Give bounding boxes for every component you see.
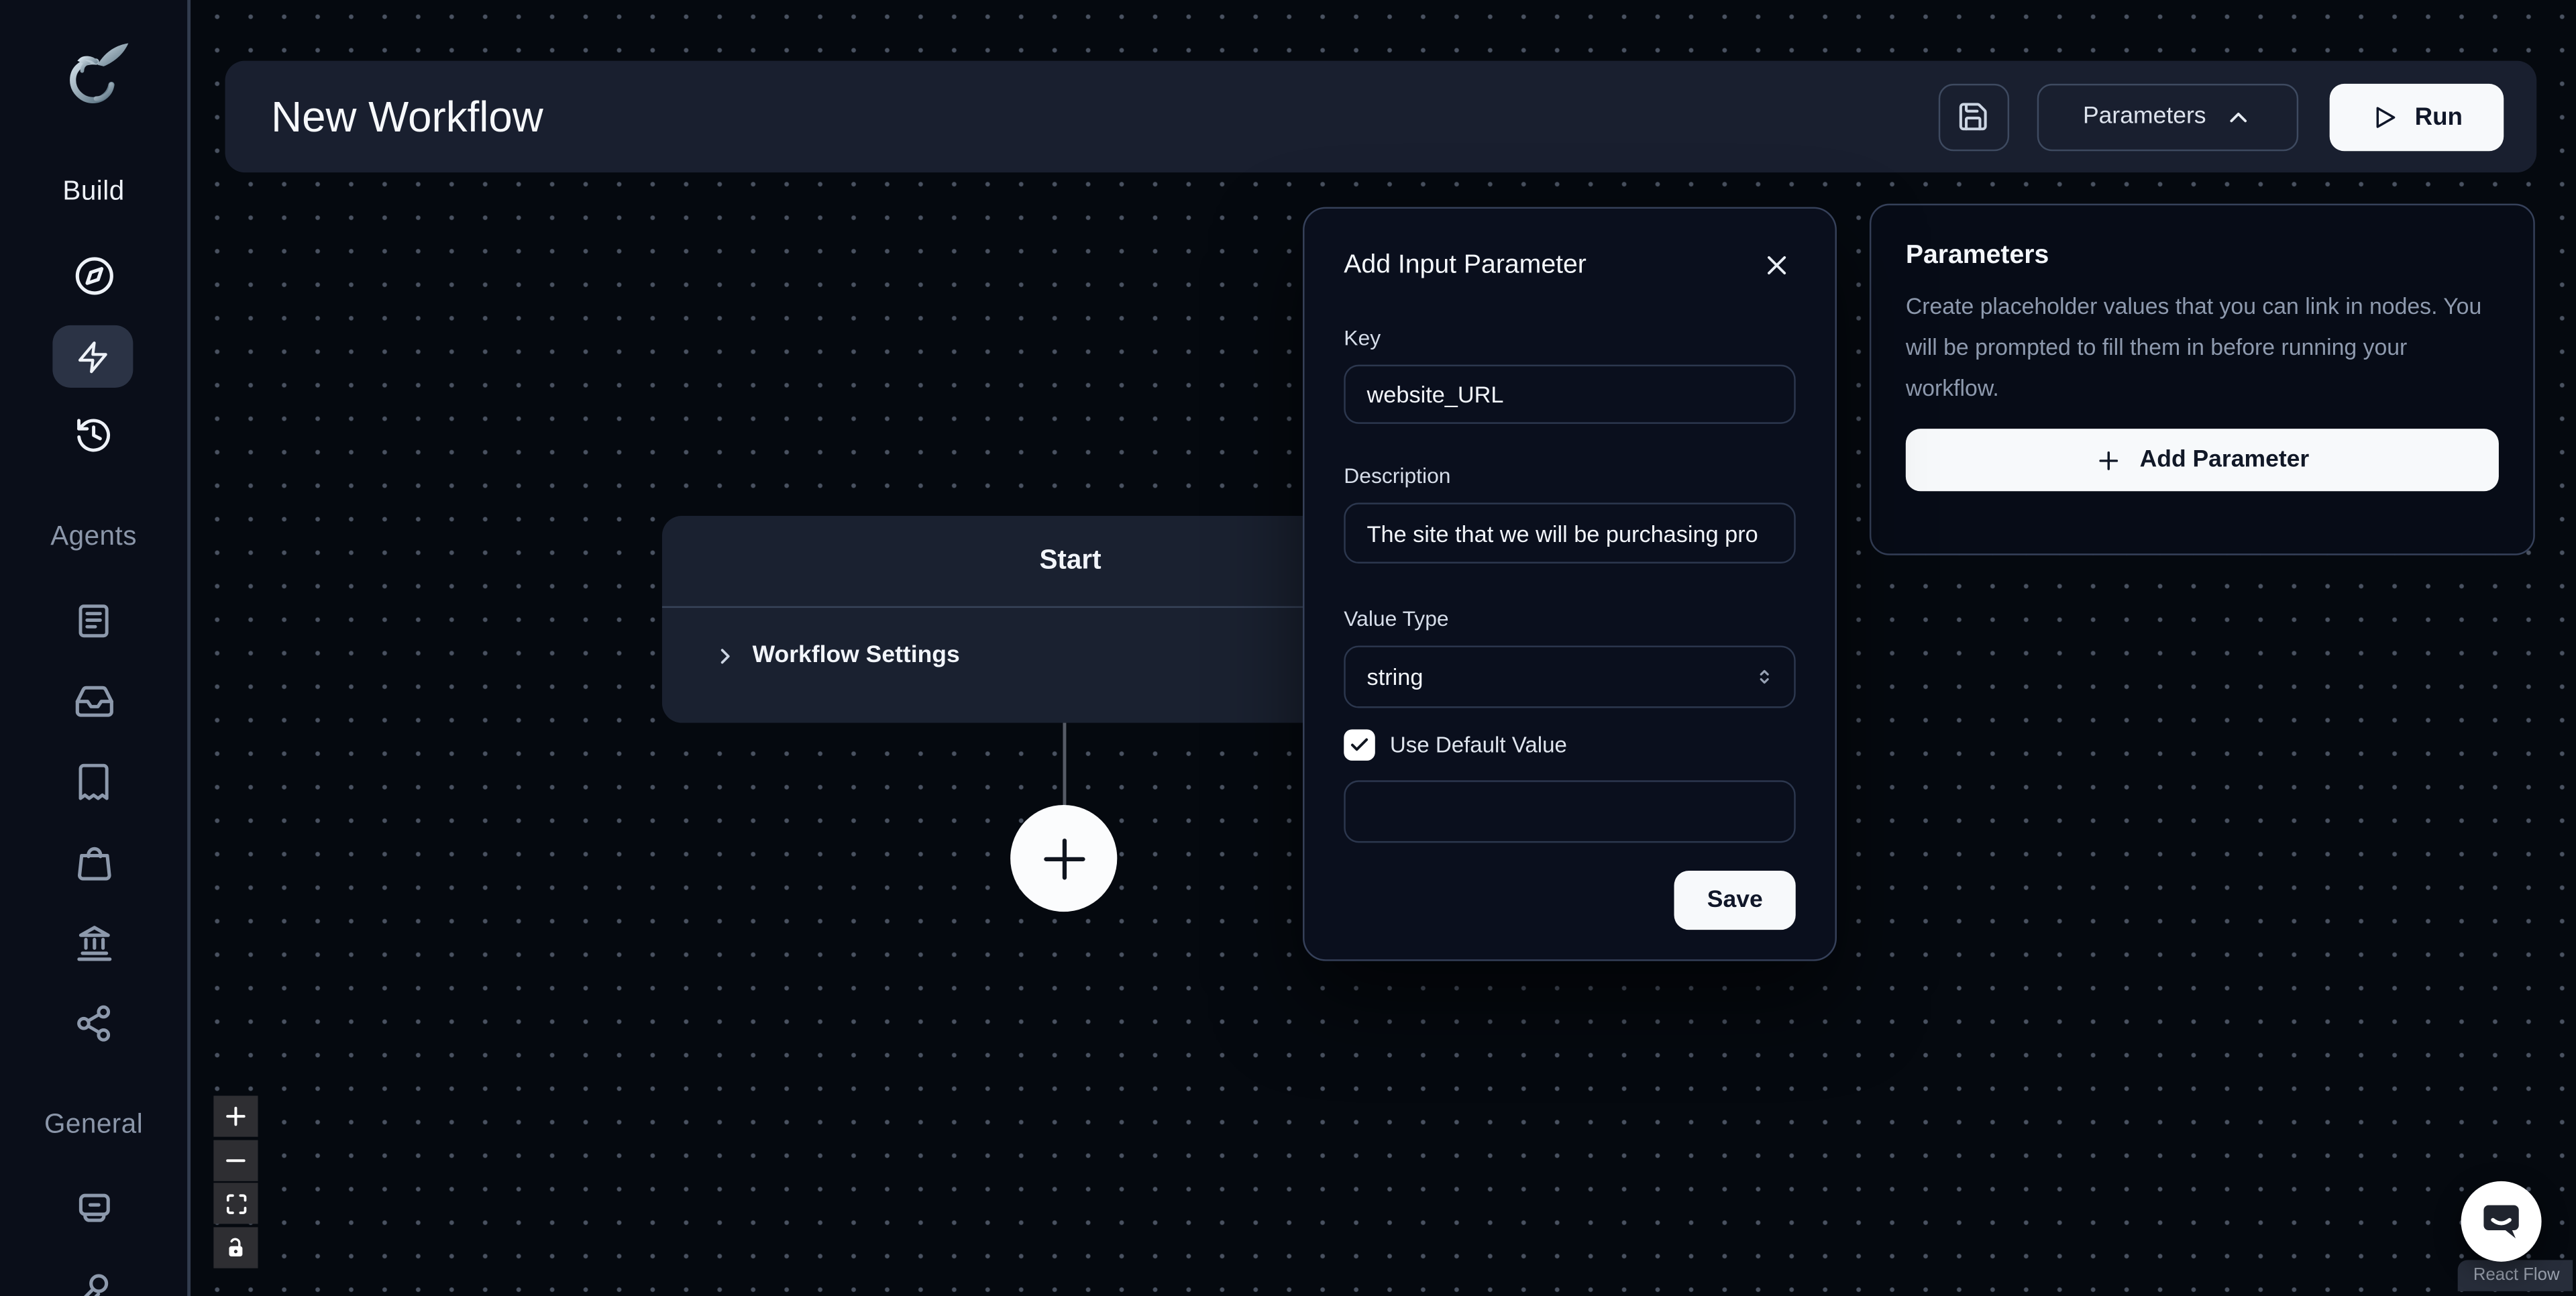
add-parameter-label: Add Parameter — [2140, 447, 2310, 473]
workflow-header: New Workflow Parameters — [225, 61, 2537, 173]
sidebar-item-workflows[interactable] — [52, 325, 133, 388]
sidebar-item-keys[interactable] — [0, 1271, 187, 1296]
sidebar-section-label-build: Build — [0, 176, 187, 208]
lock-open-icon — [223, 1234, 248, 1259]
description-field-label: Description — [1344, 464, 1795, 488]
sidebar-item-bank[interactable] — [0, 922, 187, 963]
shopping-bag-icon — [73, 842, 114, 883]
receipt-icon — [74, 762, 113, 802]
chevrons-up-down-icon — [1753, 665, 1776, 688]
parameters-button-label: Parameters — [2083, 103, 2206, 129]
sidebar-item-inbox[interactable] — [0, 681, 187, 722]
app-logo[interactable] — [0, 38, 187, 113]
sidebar-item-explore[interactable] — [0, 256, 187, 296]
plus-icon — [1034, 829, 1093, 888]
chevron-up-icon — [2224, 103, 2252, 131]
value-type-selected-option: string — [1367, 663, 1424, 690]
sidebar-item-store[interactable] — [0, 842, 187, 883]
fit-view-icon — [224, 1192, 247, 1215]
sidebar-item-receipts[interactable] — [0, 762, 187, 802]
inbox-icon — [73, 681, 114, 722]
value-type-field-label: Value Type — [1344, 606, 1795, 631]
modal-title: Add Input Parameter — [1344, 250, 1587, 280]
workflow-builder-app: Build Agents — [0, 0, 2576, 1296]
run-button-label: Run — [2415, 103, 2463, 131]
lightning-icon — [76, 339, 110, 374]
zoom-out-button[interactable] — [213, 1139, 258, 1180]
sidebar-item-notes[interactable] — [0, 601, 187, 641]
default-value-input[interactable] — [1344, 780, 1795, 843]
key-field-label: Key — [1344, 325, 1795, 350]
value-type-select[interactable]: string — [1344, 645, 1795, 708]
save-parameter-button[interactable]: Save — [1674, 871, 1796, 930]
canvas-controls — [213, 1095, 258, 1270]
sidebar: Build Agents — [0, 0, 191, 1296]
zoom-in-button[interactable] — [213, 1095, 258, 1136]
check-icon — [1349, 735, 1371, 756]
x-icon — [1761, 250, 1792, 281]
chat-widget-button[interactable] — [2461, 1181, 2542, 1262]
compass-icon — [73, 256, 114, 296]
use-default-value-checkbox[interactable] — [1344, 729, 1375, 761]
share-icon — [74, 1004, 113, 1043]
add-parameter-button[interactable]: Add Parameter — [1906, 429, 2499, 491]
use-default-value-label: Use Default Value — [1390, 733, 1567, 757]
plus-icon — [2095, 446, 2123, 474]
save-workflow-button[interactable] — [1938, 83, 2008, 150]
chevron-right-icon — [713, 643, 738, 668]
plus-icon — [223, 1104, 248, 1129]
page-title: New Workflow — [271, 91, 543, 142]
parameters-panel-title: Parameters — [1906, 241, 2499, 271]
dragon-logo-icon — [56, 38, 130, 113]
bank-icon — [73, 922, 114, 963]
use-default-value-row: Use Default Value — [1344, 729, 1795, 761]
key-input[interactable] — [1344, 365, 1795, 424]
edge-connector — [1062, 723, 1065, 808]
sidebar-section-label-agents: Agents — [0, 522, 187, 553]
parameters-panel: Parameters Create placeholder values tha… — [1870, 204, 2535, 555]
header-actions: Parameters Run — [1938, 83, 2504, 150]
play-icon — [2370, 103, 2398, 131]
key-icon — [73, 1271, 114, 1296]
sidebar-item-history[interactable] — [0, 416, 187, 455]
minus-icon — [223, 1148, 248, 1173]
save-icon — [1957, 100, 1990, 133]
description-input[interactable] — [1344, 502, 1795, 563]
react-flow-attribution[interactable]: React Flow — [2459, 1260, 2573, 1291]
fit-view-button[interactable] — [213, 1183, 258, 1224]
add-node-button[interactable] — [1010, 805, 1117, 912]
sidebar-item-devices[interactable] — [0, 1187, 187, 1228]
workflow-settings-label: Workflow Settings — [753, 643, 960, 669]
modal-close-button[interactable] — [1761, 250, 1792, 281]
history-icon — [74, 416, 113, 455]
sidebar-section-label-general: General — [0, 1110, 187, 1141]
chat-bubble-icon — [2479, 1199, 2524, 1244]
flow-canvas[interactable]: New Workflow Parameters — [191, 0, 2576, 1296]
lock-toggle-button[interactable] — [213, 1226, 258, 1267]
parameters-panel-description: Create placeholder values that you can l… — [1906, 286, 2499, 409]
device-icon — [73, 1187, 114, 1228]
sidebar-item-integrations[interactable] — [0, 1004, 187, 1043]
parameters-toggle-button[interactable]: Parameters — [2037, 83, 2298, 150]
run-workflow-button[interactable]: Run — [2329, 83, 2504, 150]
notebook-icon — [74, 601, 113, 641]
add-input-parameter-modal: Add Input Parameter Key Description Valu… — [1303, 207, 1837, 961]
